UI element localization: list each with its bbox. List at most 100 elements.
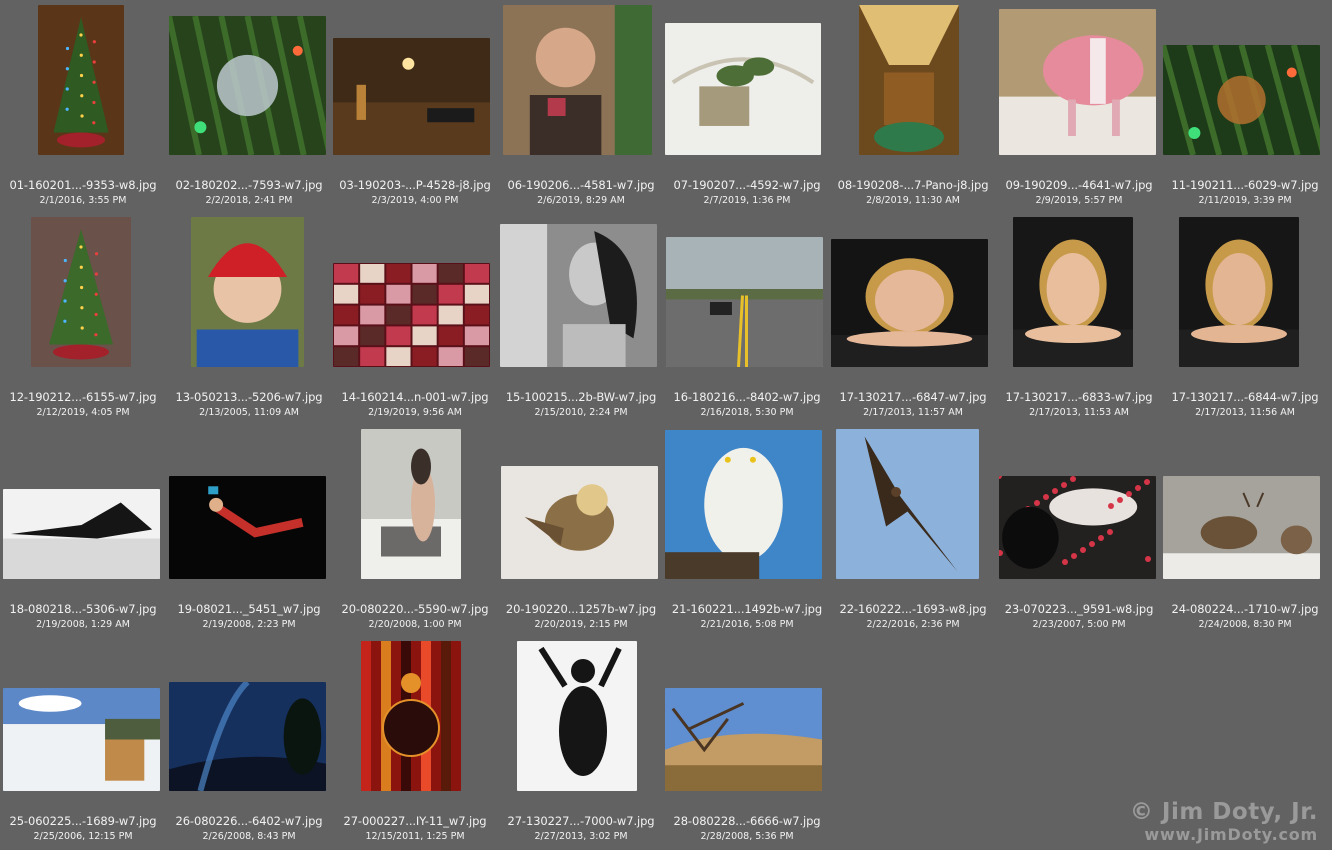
thumbnail-filename: 19-08021..._5451_w7.jpg — [177, 602, 321, 616]
thumbnail-filename: 15-100215...2b-BW-w7.jpg — [505, 390, 657, 404]
thumbnail-image[interactable] — [3, 688, 160, 791]
thumbnail-date: 2/23/2007, 5:00 PM — [1032, 619, 1126, 630]
thumbnail-date: 2/1/2016, 3:55 PM — [39, 195, 127, 206]
thumbnail-date: 2/26/2008, 8:43 PM — [202, 831, 296, 842]
thumbnail-filename: 26-080226...-6402-w7.jpg — [175, 814, 323, 828]
thumbnail-image[interactable] — [999, 476, 1156, 579]
thumbnail-filename: 17-130217...-6833-w7.jpg — [1005, 390, 1153, 404]
thumbnail-filename: 03-190203-...P-4528-j8.jpg — [339, 178, 491, 192]
thumbnail-image[interactable] — [665, 688, 822, 791]
thumbnail-image[interactable] — [836, 429, 979, 579]
thumbnail-filename: 01-160201...-9353-w8.jpg — [9, 178, 157, 192]
thumbnail-date: 2/16/2018, 5:30 PM — [700, 407, 794, 418]
thumbnail-image[interactable] — [333, 38, 490, 155]
thumbnail-image[interactable] — [361, 641, 461, 791]
thumbnail-date: 2/9/2019, 5:57 PM — [1035, 195, 1123, 206]
thumbnail-filename: 12-190212...-6155-w7.jpg — [9, 390, 157, 404]
thumbnail-image[interactable] — [859, 5, 959, 155]
thumbnail-item[interactable]: 06-190206...-4581-w7.jpg 2/6/2019, 8:29 A… — [498, 0, 664, 212]
thumbnail-image[interactable] — [501, 466, 658, 579]
thumbnail-date: 2/2/2018, 2:41 PM — [205, 195, 293, 206]
thumbnail-filename: 23-070223..._9591-w8.jpg — [1004, 602, 1154, 616]
thumbnail-item[interactable]: 14-160214...n-001-w7.jpg 2/19/2019, 9:56 … — [332, 212, 498, 424]
thumbnail-item[interactable]: 08-190208-...7-Pano-j8.jpg 2/8/2019, 11:3… — [830, 0, 996, 212]
thumbnail-image[interactable] — [361, 429, 461, 579]
thumbnail-item[interactable]: 11-190211...-6029-w7.jpg 2/11/2019, 3:39 … — [1162, 0, 1328, 212]
thumbnail-item[interactable]: 12-190212...-6155-w7.jpg 2/12/2019, 4:05 … — [0, 212, 166, 424]
thumbnail-date: 2/13/2005, 11:09 AM — [199, 407, 299, 418]
thumbnail-image[interactable] — [191, 217, 304, 367]
thumbnail-image[interactable] — [1013, 217, 1133, 367]
thumbnail-item[interactable]: 13-050213...-5206-w7.jpg 2/13/2005, 11:09… — [166, 212, 332, 424]
thumbnail-filename: 28-080228...-6666-w7.jpg — [673, 814, 821, 828]
thumbnail-date: 2/25/2006, 12:15 PM — [33, 831, 133, 842]
thumbnail-item[interactable]: 15-100215...2b-BW-w7.jpg 2/15/2010, 2:24 … — [498, 212, 664, 424]
thumbnail-item[interactable]: 17-130217...-6844-w7.jpg 2/17/2013, 11:56… — [1162, 212, 1328, 424]
thumbnail-image[interactable] — [169, 16, 326, 155]
thumbnail-image[interactable] — [31, 217, 131, 367]
thumbnail-date: 2/7/2019, 1:36 PM — [703, 195, 791, 206]
thumbnail-date: 2/17/2013, 11:56 AM — [1195, 407, 1295, 418]
thumbnail-image[interactable] — [1179, 217, 1299, 367]
thumbnail-filename: 17-130217...-6847-w7.jpg — [839, 390, 987, 404]
thumbnail-item[interactable]: 27-000227...IY-11_w7.jpg 12/15/2011, 1:25… — [332, 636, 498, 848]
thumbnail-date: 2/24/2008, 8:30 PM — [1198, 619, 1292, 630]
thumbnail-date: 2/21/2016, 5:08 PM — [700, 619, 794, 630]
thumbnail-item[interactable]: 18-080218...-5306-w7.jpg 2/19/2008, 1:29 … — [0, 424, 166, 636]
thumbnail-filename: 20-080220...-5590-w7.jpg — [341, 602, 489, 616]
thumbnail-image[interactable] — [3, 489, 160, 579]
thumbnail-item[interactable]: 07-190207...-4592-w7.jpg 2/7/2019, 1:36 P… — [664, 0, 830, 212]
thumbnail-image[interactable] — [1163, 476, 1320, 579]
thumbnail-image[interactable] — [500, 224, 657, 367]
watermark-copyright: © Jim Doty, Jr. — [1129, 799, 1318, 825]
thumbnail-filename: 17-130217...-6844-w7.jpg — [1171, 390, 1319, 404]
thumbnail-image[interactable] — [1163, 45, 1320, 155]
thumbnail-image[interactable] — [169, 476, 326, 579]
thumbnail-item[interactable]: 09-190209...-4641-w7.jpg 2/9/2019, 5:57 P… — [996, 0, 1162, 212]
thumbnail-image[interactable] — [665, 23, 821, 155]
thumbnail-filename: 21-160221...1492b-w7.jpg — [671, 602, 823, 616]
thumbnail-date: 2/17/2013, 11:57 AM — [863, 407, 963, 418]
thumbnail-item[interactable]: 20-190220...1257b-w7.jpg 2/20/2019, 2:15 … — [498, 424, 664, 636]
thumbnail-date: 2/19/2008, 1:29 AM — [36, 619, 130, 630]
thumbnail-item[interactable]: 23-070223..._9591-w8.jpg 2/23/2007, 5:00 … — [996, 424, 1162, 636]
watermark-url: www.JimDoty.com — [1144, 825, 1318, 844]
thumbnail-item[interactable]: 24-080224...-1710-w7.jpg 2/24/2008, 8:30 … — [1162, 424, 1328, 636]
thumbnail-item[interactable]: 22-160222...-1693-w8.jpg 2/22/2016, 2:36 … — [830, 424, 996, 636]
thumbnail-image[interactable] — [517, 641, 637, 791]
thumbnail-item[interactable]: 01-160201...-9353-w8.jpg 2/1/2016, 3:55 P… — [0, 0, 166, 212]
thumbnail-filename: 02-180202...-7593-w7.jpg — [175, 178, 323, 192]
watermark: © Jim Doty, Jr. www.JimDoty.com — [1130, 799, 1318, 844]
thumbnail-item[interactable]: 20-080220...-5590-w7.jpg 2/20/2008, 1:00 … — [332, 424, 498, 636]
thumbnail-item[interactable]: 03-190203-...P-4528-j8.jpg 2/3/2019, 4:00… — [332, 0, 498, 212]
thumbnail-date: 12/15/2011, 1:25 PM — [365, 831, 465, 842]
thumbnail-item[interactable]: 21-160221...1492b-w7.jpg 2/21/2016, 5:08 … — [664, 424, 830, 636]
thumbnail-filename: 08-190208-...7-Pano-j8.jpg — [837, 178, 989, 192]
thumbnail-item[interactable]: 27-130227...-7000-w7.jpg 2/27/2013, 3:02 … — [498, 636, 664, 848]
thumbnail-item[interactable]: 19-08021..._5451_w7.jpg 2/19/2008, 2:23 P… — [166, 424, 332, 636]
thumbnail-filename: 24-080224...-1710-w7.jpg — [1171, 602, 1319, 616]
thumbnail-image[interactable] — [831, 239, 988, 367]
thumbnail-item[interactable]: 17-130217...-6833-w7.jpg 2/17/2013, 11:53… — [996, 212, 1162, 424]
thumbnail-date: 2/15/2010, 2:24 PM — [534, 407, 628, 418]
thumbnail-filename: 11-190211...-6029-w7.jpg — [1171, 178, 1319, 192]
thumbnail-date: 2/19/2008, 2:23 PM — [202, 619, 296, 630]
thumbnail-image[interactable] — [503, 5, 652, 155]
thumbnail-item[interactable]: 25-060225...-1689-w7.jpg 2/25/2006, 12:15… — [0, 636, 166, 848]
thumbnail-filename: 09-190209...-4641-w7.jpg — [1005, 178, 1153, 192]
thumbnail-image[interactable] — [169, 682, 326, 791]
thumbnail-date: 2/11/2019, 3:39 PM — [1198, 195, 1292, 206]
thumbnail-item[interactable]: 17-130217...-6847-w7.jpg 2/17/2013, 11:57… — [830, 212, 996, 424]
thumbnail-item[interactable]: 28-080228...-6666-w7.jpg 2/28/2008, 5:36 … — [664, 636, 830, 848]
thumbnail-item[interactable]: 02-180202...-7593-w7.jpg 2/2/2018, 2:41 P… — [166, 0, 332, 212]
thumbnail-filename: 16-180216...-8402-w7.jpg — [673, 390, 821, 404]
thumbnail-image[interactable] — [999, 9, 1156, 155]
thumbnail-image[interactable] — [38, 5, 124, 155]
thumbnail-date: 2/12/2019, 4:05 PM — [36, 407, 130, 418]
thumbnail-image[interactable] — [666, 237, 823, 367]
thumbnail-image[interactable] — [665, 430, 822, 579]
thumbnail-image[interactable] — [333, 263, 490, 367]
thumbnail-date: 2/20/2019, 2:15 PM — [534, 619, 628, 630]
thumbnail-item[interactable]: 16-180216...-8402-w7.jpg 2/16/2018, 5:30 … — [664, 212, 830, 424]
thumbnail-item[interactable]: 26-080226...-6402-w7.jpg 2/26/2008, 8:43 … — [166, 636, 332, 848]
